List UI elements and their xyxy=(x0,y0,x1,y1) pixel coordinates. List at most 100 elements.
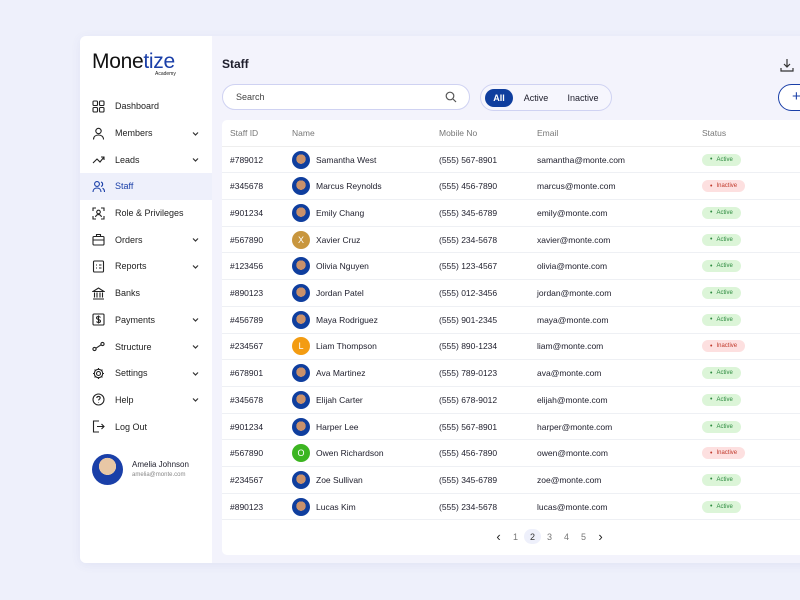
sidebar-item-leads[interactable]: Leads xyxy=(80,146,212,173)
chevron-down-icon[interactable] xyxy=(191,129,200,138)
user-email: amelia@monte.com xyxy=(132,472,186,478)
pagination: ‹ 1 2 3 4 5 › xyxy=(490,529,609,544)
staff-name: Ava Martinez xyxy=(316,368,366,379)
staff-name: Samantha West xyxy=(316,154,377,165)
chevron-down-icon[interactable] xyxy=(191,262,200,271)
table-row[interactable]: #789012 Samantha West (555) 567-8901 sam… xyxy=(222,147,800,174)
filter-active[interactable]: Active xyxy=(517,89,555,107)
status-badge: • Active xyxy=(702,206,741,219)
sidebar-item-label: Structure xyxy=(115,341,152,352)
sidebar-item-members[interactable]: Members xyxy=(80,120,212,147)
status-badge: • Active xyxy=(702,500,741,513)
sidebar-item-label: Dashboard xyxy=(115,101,160,112)
table-row[interactable]: #234567 L Liam Thompson (555) 890-1234 li… xyxy=(222,334,800,361)
search-icon[interactable] xyxy=(445,91,457,103)
avatar xyxy=(292,417,310,436)
staff-mobile: (555) 456-7890 xyxy=(439,181,498,192)
page-3-button[interactable]: 3 xyxy=(541,529,558,544)
table-row[interactable]: #890123 Jordan Patel (555) 012-3456 jord… xyxy=(222,280,800,307)
staff-name-cell: Elijah Carter xyxy=(292,390,363,409)
page-2-button[interactable]: 2 xyxy=(524,529,541,544)
sidebar-item-role-privileges[interactable]: Role & Privileges xyxy=(80,200,212,227)
gear-icon xyxy=(93,367,104,379)
staff-id: #123456 xyxy=(230,261,264,272)
next-page-button[interactable]: › xyxy=(592,529,609,544)
sidebar-item-orders[interactable]: Orders xyxy=(80,226,212,253)
user-profile[interactable]: Amelia Johnson amelia@monte.com xyxy=(92,454,189,485)
staff-name-cell: Harper Lee xyxy=(292,417,359,436)
staff-name: Lucas Kim xyxy=(316,501,356,512)
col-email[interactable]: Email xyxy=(537,128,558,138)
col-name[interactable]: Name xyxy=(292,128,315,138)
staff-mobile: (555) 567-8901 xyxy=(439,154,498,165)
prev-page-button[interactable]: ‹ xyxy=(490,529,507,544)
sidebar-item-reports[interactable]: Reports xyxy=(80,253,212,280)
chevron-down-icon[interactable] xyxy=(191,342,200,351)
sidebar-item-label: Reports xyxy=(115,261,147,272)
table-row[interactable]: #567890 X Xavier Cruz (555) 234-5678 xavi… xyxy=(222,227,800,254)
sidebar-item-label: Settings xyxy=(115,368,148,379)
staff-email: emily@monte.com xyxy=(537,207,608,218)
table-row[interactable]: #123456 Olivia Nguyen (555) 123-4567 oli… xyxy=(222,254,800,281)
col-status[interactable]: Status xyxy=(702,128,726,138)
filter-inactive[interactable]: Inactive xyxy=(561,89,605,107)
staff-email: jordan@monte.com xyxy=(537,288,612,299)
staff-id: #789012 xyxy=(230,154,264,165)
staff-id: #901234 xyxy=(230,421,264,432)
sidebar: Monetize Academy Dashboard Members Leads… xyxy=(80,36,212,563)
col-mobile[interactable]: Mobile No xyxy=(439,128,477,138)
sidebar-item-banks[interactable]: Banks xyxy=(80,280,212,307)
sidebar-item-help[interactable]: Help xyxy=(80,387,212,414)
staff-id: #345678 xyxy=(230,181,264,192)
col-staff-id[interactable]: Staff ID xyxy=(230,128,258,138)
table-row[interactable]: #567890 O Owen Richardson (555) 456-7890 … xyxy=(222,440,800,468)
avatar xyxy=(292,364,310,383)
sidebar-item-structure[interactable]: Structure xyxy=(80,333,212,360)
chevron-down-icon[interactable] xyxy=(191,155,200,164)
download-icon[interactable] xyxy=(780,58,794,72)
table-row[interactable]: #901234 Emily Chang (555) 345-6789 emily… xyxy=(222,200,800,227)
staff-name: Olivia Nguyen xyxy=(316,261,369,272)
chevron-down-icon[interactable] xyxy=(191,395,200,404)
staff-name-cell: Emily Chang xyxy=(292,203,364,222)
page-4-button[interactable]: 4 xyxy=(558,529,575,544)
trending-up-icon xyxy=(92,156,105,164)
staff-name: Xavier Cruz xyxy=(316,234,361,245)
staff-mobile: (555) 901-2345 xyxy=(439,314,498,325)
staff-name: Zoe Sullivan xyxy=(316,474,363,485)
sidebar-item-settings[interactable]: Settings xyxy=(80,360,212,387)
sidebar-nav: Dashboard Members Leads Staff Role & Pri… xyxy=(80,93,212,440)
add-staff-button[interactable]: + xyxy=(778,84,800,111)
table-row[interactable]: #345678 Marcus Reynolds (555) 456-7890 m… xyxy=(222,173,800,201)
chevron-down-icon[interactable] xyxy=(191,315,200,324)
staff-table: Staff ID Name Mobile No Email Status #78… xyxy=(222,120,800,555)
sidebar-item-payments[interactable]: Payments xyxy=(80,307,212,334)
table-row[interactable]: #234567 Zoe Sullivan (555) 345-6789 zoe@… xyxy=(222,467,800,494)
table-row[interactable]: #890123 Lucas Kim (555) 234-5678 lucas@m… xyxy=(222,494,800,521)
sidebar-item-log-out[interactable]: Log Out xyxy=(80,413,212,440)
search-input[interactable]: Search xyxy=(222,84,470,110)
table-row[interactable]: #901234 Harper Lee (555) 567-8901 harper… xyxy=(222,414,800,441)
help-icon xyxy=(92,393,105,406)
avatar xyxy=(292,177,310,196)
page-title: Staff xyxy=(222,57,249,71)
sidebar-item-dashboard[interactable]: Dashboard xyxy=(80,93,212,120)
chevron-down-icon[interactable] xyxy=(191,369,200,378)
table-row[interactable]: #456789 Maya Rodriguez (555) 901-2345 ma… xyxy=(222,307,800,334)
chevron-down-icon[interactable] xyxy=(191,235,200,244)
staff-mobile: (555) 123-4567 xyxy=(439,261,498,272)
staff-id: #890123 xyxy=(230,501,264,512)
table-row[interactable]: #678901 Ava Martinez (555) 789-0123 ava@… xyxy=(222,360,800,387)
table-row[interactable]: #345678 Elijah Carter (555) 678-9012 eli… xyxy=(222,387,800,414)
avatar: O xyxy=(292,444,310,463)
sidebar-item-staff[interactable]: Staff xyxy=(80,173,212,200)
staff-mobile: (555) 567-8901 xyxy=(439,421,498,432)
filter-all[interactable]: All xyxy=(485,89,513,107)
staff-name-cell: Olivia Nguyen xyxy=(292,257,369,276)
page-1-button[interactable]: 1 xyxy=(507,529,524,544)
page-5-button[interactable]: 5 xyxy=(575,529,592,544)
staff-id: #901234 xyxy=(230,207,264,218)
user-icon xyxy=(92,127,105,140)
avatar xyxy=(292,150,310,169)
avatar xyxy=(292,203,310,222)
